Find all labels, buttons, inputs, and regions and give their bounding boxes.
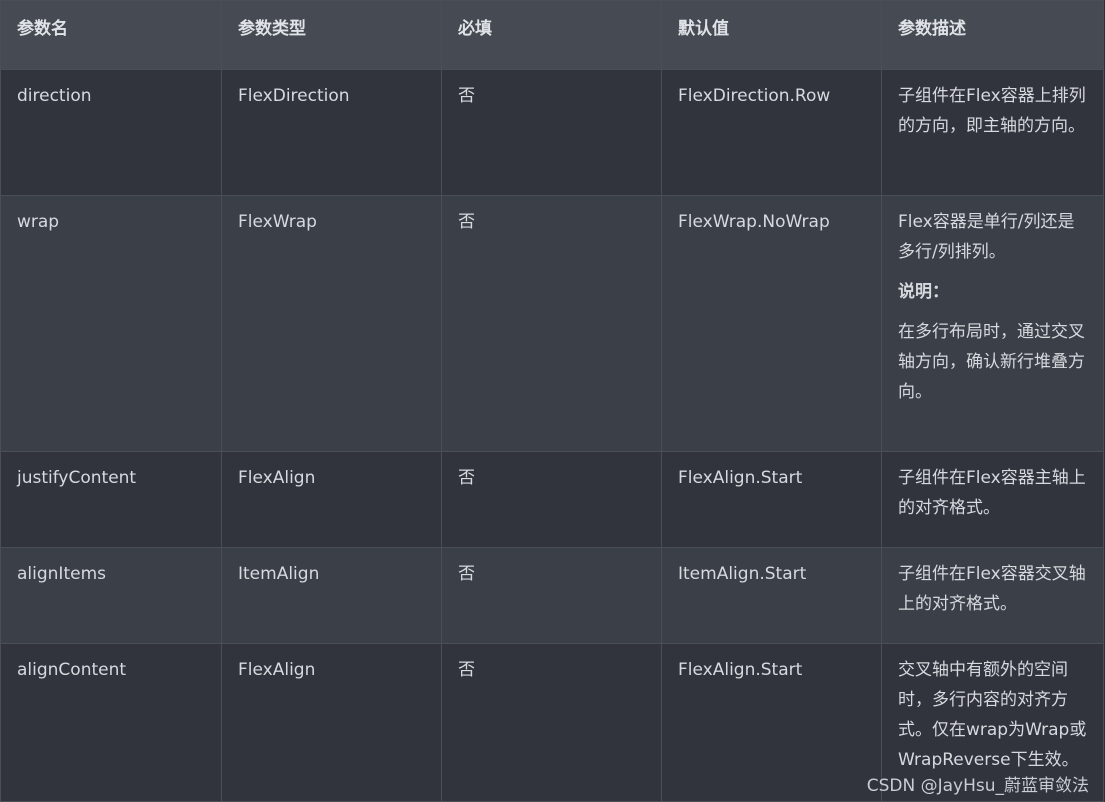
cell-description: 子组件在Flex容器主轴上的对齐格式。: [881, 451, 1104, 548]
cell-required: 否: [441, 195, 662, 452]
table-row: direction FlexDirection 否 FlexDirection.…: [0, 69, 1104, 196]
csdn-watermark: CSDN @JayHsu_蔚蓝审敛法: [866, 776, 1089, 796]
description-text: Flex容器是单行/列还是多行/列排列。: [898, 212, 1075, 262]
cell-default: ItemAlign.Start: [661, 547, 882, 644]
cell-required: 否: [441, 69, 662, 196]
cell-required: 否: [441, 451, 662, 548]
table-row: alignItems ItemAlign 否 ItemAlign.Start 子…: [0, 547, 1104, 644]
table-header: 参数名 参数类型 必填 默认值 参数描述: [0, 0, 1104, 70]
header-required: 必填: [441, 0, 662, 70]
description-text: 子组件在Flex容器交叉轴上的对齐格式。: [898, 564, 1086, 614]
cell-param-name: alignContent: [0, 643, 222, 802]
params-table: 参数名 参数类型 必填 默认值 参数描述 direction FlexDirec…: [0, 0, 1104, 802]
cell-param-name: direction: [0, 69, 222, 196]
cell-param-type: ItemAlign: [221, 547, 442, 644]
description-text: 子组件在Flex容器上排列的方向，即主轴的方向。: [898, 86, 1086, 136]
cell-param-type: FlexDirection: [221, 69, 442, 196]
cell-description: 子组件在Flex容器交叉轴上的对齐格式。: [881, 547, 1104, 644]
cell-param-name: wrap: [0, 195, 222, 452]
cell-default: FlexDirection.Row: [661, 69, 882, 196]
header-param-type: 参数类型: [221, 0, 442, 70]
cell-param-name: justifyContent: [0, 451, 222, 548]
header-default: 默认值: [661, 0, 882, 70]
table-body: direction FlexDirection 否 FlexDirection.…: [0, 69, 1104, 802]
cell-param-type: FlexAlign: [221, 451, 442, 548]
cell-param-name: alignItems: [0, 547, 222, 644]
cell-default: FlexAlign.Start: [661, 643, 882, 802]
cell-description: 子组件在Flex容器上排列的方向，即主轴的方向。: [881, 69, 1104, 196]
cell-default: FlexWrap.NoWrap: [661, 195, 882, 452]
header-row: 参数名 参数类型 必填 默认值 参数描述: [0, 0, 1104, 70]
cell-param-type: FlexWrap: [221, 195, 442, 452]
description-text: 子组件在Flex容器主轴上的对齐格式。: [898, 468, 1086, 518]
note-title: 说明：: [898, 282, 949, 302]
cell-default: FlexAlign.Start: [661, 451, 882, 548]
cell-description: Flex容器是单行/列还是多行/列排列。 说明： 在多行布局时，通过交叉轴方向，…: [881, 195, 1104, 452]
description-text: 交叉轴中有额外的空间时，多行内容的对齐方式。仅在wrap为Wrap或WrapRe…: [898, 660, 1087, 770]
header-description: 参数描述: [881, 0, 1104, 70]
header-param-name: 参数名: [0, 0, 222, 70]
cell-param-type: FlexAlign: [221, 643, 442, 802]
cell-required: 否: [441, 547, 662, 644]
table-row: wrap FlexWrap 否 FlexWrap.NoWrap Flex容器是单…: [0, 195, 1104, 452]
note-body: 在多行布局时，通过交叉轴方向，确认新行堆叠方向。: [898, 322, 1085, 402]
table-row: justifyContent FlexAlign 否 FlexAlign.Sta…: [0, 451, 1104, 548]
cell-required: 否: [441, 643, 662, 802]
